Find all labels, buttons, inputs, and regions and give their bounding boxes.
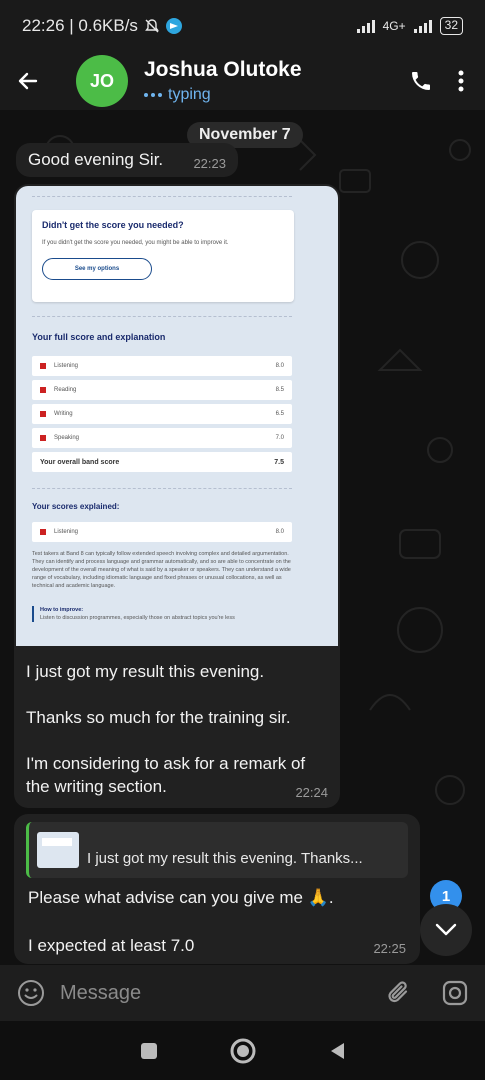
back-nav-icon[interactable] — [328, 1041, 346, 1061]
message-bubble-with-image[interactable]: Didn't get the score you needed? If you … — [14, 184, 340, 808]
score-row: Reading 8.5 — [32, 380, 292, 400]
avatar[interactable]: JO — [76, 55, 128, 107]
result-screenshot-image[interactable]: Didn't get the score you needed? If you … — [16, 186, 338, 646]
message-text: Please what advise can you give me 🙏. I … — [28, 888, 334, 955]
more-options-icon[interactable] — [457, 69, 465, 93]
contact-status-text: typing — [168, 86, 211, 103]
reply-thumbnail — [37, 832, 79, 868]
message-bubble-reply[interactable]: I just got my result this evening. Thank… — [14, 814, 420, 964]
reading-icon — [40, 387, 46, 393]
chat-header: JO Joshua Olutoke typing — [0, 52, 485, 110]
card-subtitle: If you didn't get the score you needed, … — [42, 240, 229, 246]
reply-preview[interactable]: I just got my result this evening. Thank… — [26, 822, 408, 878]
contact-info[interactable]: Joshua Olutoke typing — [144, 58, 302, 104]
score-card: Didn't get the score you needed? If you … — [32, 210, 294, 302]
message-time: 22:24 — [295, 785, 328, 800]
contact-name: Joshua Olutoke — [144, 58, 302, 81]
message-input[interactable] — [60, 973, 385, 1013]
explained-paragraph: Test takers at Band 8 can typically foll… — [32, 551, 291, 589]
improve-text: Listen to discussion programmes, especia… — [40, 615, 235, 621]
attach-icon[interactable] — [385, 979, 413, 1007]
overall-score-row: Your overall band score 7.5 — [32, 452, 292, 472]
score-row: Writing 6.5 — [32, 404, 292, 424]
reply-preview-text: I just got my result this evening. Thank… — [87, 849, 363, 867]
message-time: 22:25 — [373, 941, 406, 956]
signal-icon — [356, 19, 375, 33]
full-score-title: Your full score and explanation — [32, 332, 166, 342]
chat-area[interactable]: November 7 Good evening Sir. 22:23 Didn'… — [0, 110, 485, 965]
message-text: Good evening Sir. — [28, 150, 164, 169]
scroll-down-button[interactable] — [420, 904, 472, 956]
improve-section: How to improve: Listen to discussion pro… — [32, 606, 282, 622]
mute-bell-icon — [145, 19, 159, 33]
emoji-icon[interactable] — [16, 978, 46, 1008]
card-title: Didn't get the score you needed? — [42, 220, 184, 230]
home-icon[interactable] — [230, 1038, 256, 1064]
explained-row: Listening 8.0 — [32, 522, 292, 542]
telegram-icon — [165, 18, 182, 34]
battery-indicator: 32 — [439, 17, 463, 35]
status-time-speed: 22:26 | 0.6KB/s — [22, 16, 138, 35]
message-text: I just got my result this evening. Thank… — [26, 662, 306, 796]
system-nav-bar — [0, 1021, 485, 1080]
typing-dots-icon — [144, 93, 162, 97]
score-row: Listening 8.0 — [32, 356, 292, 376]
back-arrow-icon — [18, 72, 38, 90]
speaking-icon — [40, 435, 46, 441]
recent-apps-icon[interactable] — [140, 1042, 158, 1060]
divider — [32, 488, 292, 489]
network-type: 4G+ — [382, 19, 406, 33]
back-button[interactable] — [0, 52, 56, 110]
status-bar: 22:26 | 0.6KB/s 4G+ 32 — [0, 0, 485, 52]
contact-status: typing — [144, 86, 302, 104]
score-row: Speaking 7.0 — [32, 428, 292, 448]
listening-icon — [40, 529, 46, 535]
see-options-button: See my options — [42, 258, 152, 280]
divider — [32, 196, 292, 197]
writing-icon — [40, 411, 46, 417]
divider — [32, 316, 292, 317]
improve-title: How to improve: — [40, 607, 84, 613]
message-composer — [0, 965, 485, 1021]
message-time: 22:23 — [193, 156, 226, 171]
chevron-down-icon — [435, 923, 457, 936]
scores-explained-title: Your scores explained: — [32, 502, 120, 511]
listening-icon — [40, 363, 46, 369]
camera-icon[interactable] — [441, 979, 469, 1007]
signal-icon-2 — [413, 19, 432, 33]
message-bubble[interactable]: Good evening Sir. 22:23 — [16, 143, 238, 177]
phone-call-icon[interactable] — [409, 69, 433, 93]
